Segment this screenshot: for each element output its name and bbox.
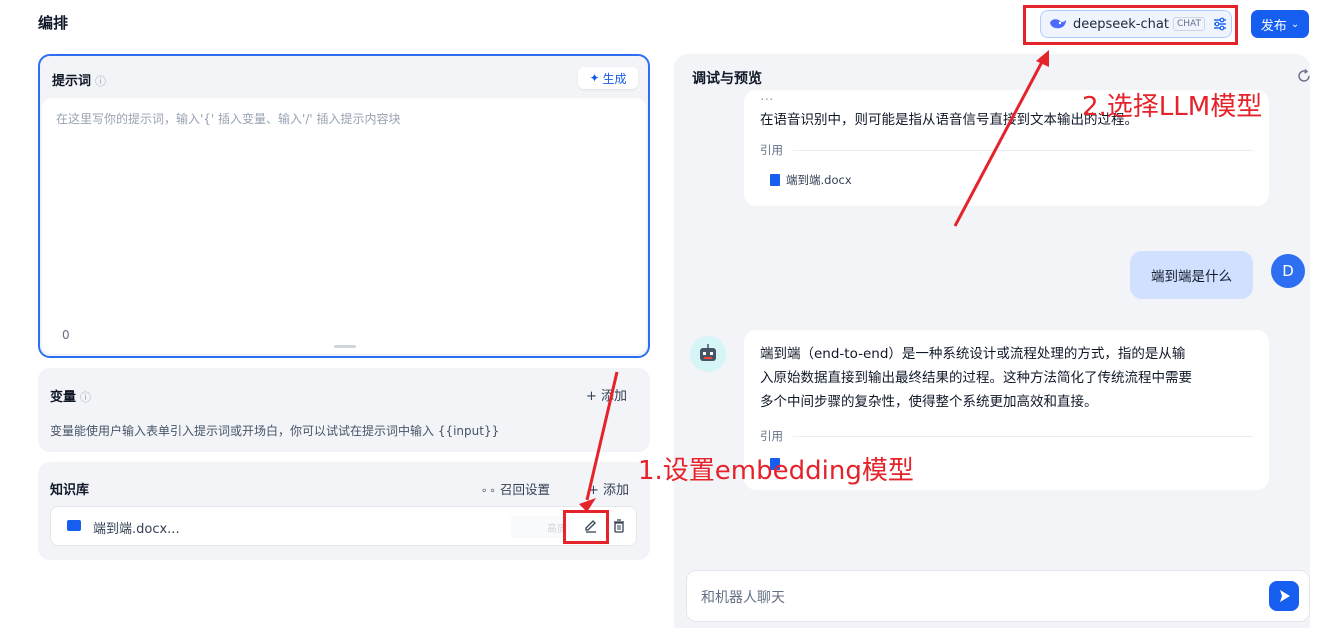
step2-arrowhead — [1036, 50, 1049, 67]
annotation-step2: 2.选择LLM模型 — [1082, 92, 1263, 122]
step1-arrow — [585, 371, 619, 501]
annotation-step1: 1.设置embedding模型 — [638, 456, 914, 486]
step2-arrow — [953, 59, 1045, 227]
